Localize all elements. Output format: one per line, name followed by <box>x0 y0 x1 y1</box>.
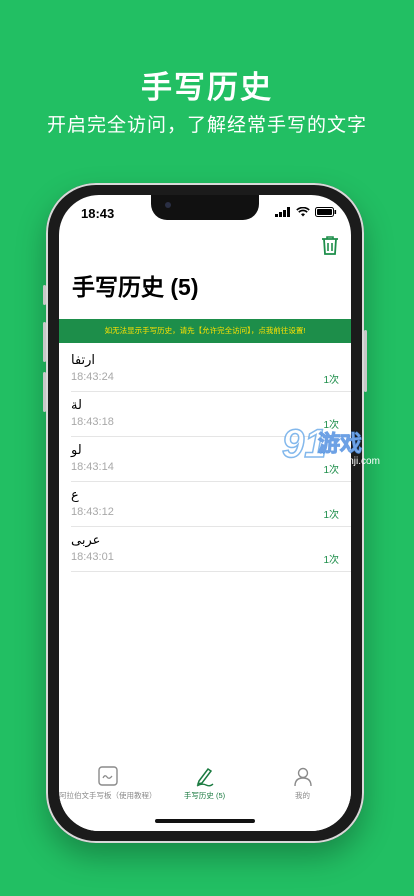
list-item[interactable]: لة 18:43:18 1次 <box>71 392 351 437</box>
list-item[interactable]: ارتفا 18:43:24 1次 <box>71 347 351 392</box>
home-indicator <box>155 819 255 823</box>
page-title: 手写历史 (5) <box>72 274 199 300</box>
item-count: 1次 <box>323 555 339 566</box>
person-icon <box>293 767 312 787</box>
wifi-icon <box>296 207 310 217</box>
phone-side-button <box>43 372 46 412</box>
tab-label: 阿拉伯文手写板（使用教程） <box>59 791 157 800</box>
item-time: 18:43:14 <box>71 461 114 473</box>
status-icons <box>275 207 337 217</box>
item-time: 18:43:18 <box>71 416 114 428</box>
list-item[interactable]: ع 18:43:12 1次 <box>71 482 351 527</box>
status-time: 18:43 <box>81 206 115 221</box>
history-list: ارتفا 18:43:24 1次 لة 18:43:18 1次 لو 18:4… <box>59 347 351 572</box>
promo-title: 手写历史 <box>141 70 273 105</box>
item-time: 18:43:01 <box>71 551 114 563</box>
item-count: 1次 <box>323 510 339 521</box>
tab-label: 我的 <box>295 791 310 800</box>
promo-subtitle: 开启完全访问，了解经常手写的文字 <box>46 115 367 136</box>
phone-side-button <box>43 285 46 305</box>
tab-profile[interactable]: 我的 <box>254 765 351 801</box>
phone-side-button <box>364 330 367 392</box>
tab-history[interactable]: 手写历史 (5) <box>156 765 253 801</box>
phone-side-button <box>43 322 46 362</box>
signal-icon <box>275 207 290 217</box>
phone-screen: 18:43 手写历史 (5) 如无法显示手写历史，请先【允许完全访问】，点我前往… <box>59 195 351 831</box>
battery-icon <box>315 207 337 217</box>
pen-icon <box>196 767 213 787</box>
notch <box>151 195 259 220</box>
list-item[interactable]: لو 18:43:14 1次 <box>71 437 351 482</box>
item-count: 1次 <box>323 465 339 476</box>
item-text: لة <box>71 398 82 413</box>
item-text: ارتفا <box>71 353 96 368</box>
tab-label: 手写历史 (5) <box>183 791 226 800</box>
keyboard-pad-icon <box>97 766 118 786</box>
item-text: ع <box>71 488 79 503</box>
item-time: 18:43:24 <box>71 371 114 383</box>
permission-banner[interactable]: 如无法显示手写历史，请先【允许完全访问】，点我前往设置! <box>59 319 351 343</box>
camera-icon <box>165 202 171 208</box>
item-time: 18:43:12 <box>71 506 114 518</box>
tab-keyboard[interactable]: 阿拉伯文手写板（使用教程） <box>59 765 157 801</box>
item-count: 1次 <box>323 420 339 431</box>
item-text: لو <box>71 443 82 458</box>
list-item[interactable]: عربى 18:43:01 1次 <box>71 527 351 572</box>
item-count: 1次 <box>323 375 339 386</box>
item-text: عربى <box>71 533 101 548</box>
trash-icon[interactable] <box>319 234 341 256</box>
